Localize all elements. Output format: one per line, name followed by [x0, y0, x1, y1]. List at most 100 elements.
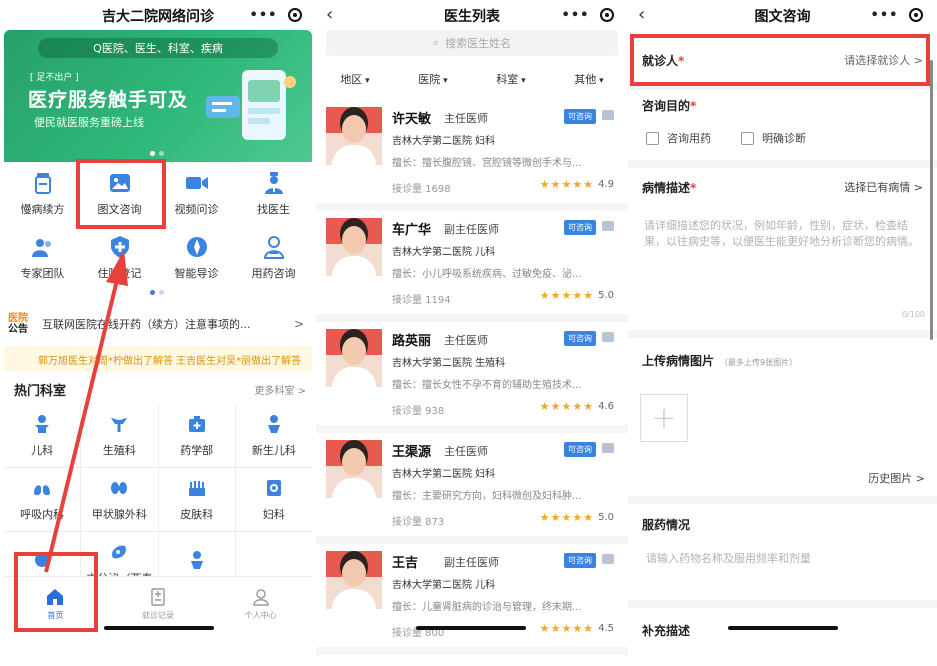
add-image-button[interactable]: + — [640, 394, 688, 442]
department-gynecology[interactable]: 妇科 — [235, 468, 312, 532]
more-departments-link[interactable]: 更多科室 > — [254, 382, 306, 397]
image-consult-icon — [602, 554, 614, 564]
history-images-link[interactable]: 历史图片 > — [868, 470, 925, 486]
department-dermatology[interactable]: 皮肤科 — [158, 468, 236, 532]
promo-banner[interactable]: Q医院、医生、科室、疾病 [ 足不出户 ] 医疗服务触手可及 便民就医服务重磅上… — [4, 30, 312, 162]
checkbox[interactable] — [741, 131, 754, 145]
service-expert-team[interactable]: 专家团队 — [4, 226, 81, 290]
doctor-skill: 擅长：儿童肾脏病的诊治与管理，终末期... — [392, 602, 582, 613]
department-reproductive[interactable]: 生殖科 — [81, 404, 159, 468]
service-medication-consult[interactable]: 用药咨询 — [235, 226, 312, 290]
medication-input[interactable]: 请输入药物名称及服用频率和剂量 — [646, 550, 811, 566]
filter-hospital[interactable]: 医院 — [418, 71, 447, 87]
tab-profile[interactable]: 个人中心 — [209, 577, 312, 632]
condition-field[interactable]: 病情描述* 选择已有病情 > — [628, 176, 937, 198]
doctor-search-input[interactable]: ⌕ 搜索医生姓名 — [326, 30, 618, 56]
doctor-rating: ★★★★★ 4.5 — [539, 622, 614, 635]
mini-program-capsule[interactable]: ••• — [244, 4, 308, 26]
home-indicator — [104, 626, 214, 630]
doctor-hospital: 吉林大学第二医院 儿科 — [392, 580, 496, 591]
mini-program-capsule[interactable]: ••• — [865, 4, 929, 26]
condition-textarea[interactable]: 请详细描述您的状况，例如年龄，性别，症状，检查结果，以往病史等，以便医生能更好地… — [644, 218, 921, 318]
service-hospital-register[interactable]: 住院登记 — [81, 226, 158, 290]
divider — [628, 160, 937, 168]
filter-other[interactable]: 其他 — [574, 71, 603, 87]
doctor-card[interactable]: 王渠源 主任医师 可咨询 吉林大学第二医院 妇科 擅长：主要研究方向，妇科微创及… — [316, 433, 628, 544]
tab-records[interactable]: 就诊记录 — [107, 577, 210, 632]
tab-home[interactable]: 首页 — [4, 577, 107, 632]
close-mini-program-icon[interactable] — [288, 8, 303, 22]
user-icon — [252, 589, 269, 606]
service-chronic-prescription[interactable]: 慢病续方 — [4, 162, 81, 226]
home-screen: 吉大二院网络问诊 ••• Q医院、医生、科室、疾病 [ 足不出户 ] 医疗服务触… — [0, 0, 316, 666]
department-icon — [35, 552, 50, 567]
chevron-right-icon[interactable]: > — [294, 317, 304, 331]
upload-label: 上传病情图片 （最多上传9张图片） — [642, 354, 798, 368]
image-consult-icon — [602, 221, 614, 231]
filter-department[interactable]: 科室 — [496, 71, 525, 87]
consult-badge: 可咨询 — [564, 331, 596, 346]
select-condition-link[interactable]: 选择已有病情 > — [844, 179, 923, 195]
medicine-box-icon — [188, 415, 205, 432]
close-mini-program-icon[interactable] — [600, 8, 615, 22]
filter-region[interactable]: 地区 — [340, 71, 369, 87]
doctor-hospital: 吉林大学第二医院 妇科 — [392, 469, 496, 480]
more-icon[interactable]: ••• — [250, 8, 278, 23]
more-icon[interactable]: ••• — [871, 8, 899, 23]
mini-program-capsule[interactable]: ••• — [556, 4, 620, 26]
purpose-option-medication[interactable]: 咨询用药 — [646, 130, 711, 146]
purpose-label: 咨询目的* — [642, 98, 697, 113]
team-icon — [31, 239, 51, 257]
consult-form-screen: ‹ 图文咨询 ••• 就诊人* 请选择就诊人 > 咨询目的* 咨询用药 明确诊断… — [628, 0, 937, 666]
video-icon — [185, 177, 208, 189]
service-label: 找医生 — [257, 203, 290, 216]
service-image-consult[interactable]: 图文咨询 — [81, 162, 158, 226]
checkbox[interactable] — [646, 131, 659, 145]
back-chevron-icon[interactable]: ‹ — [638, 4, 645, 25]
department-thyroid[interactable]: 甲状腺外科 — [81, 468, 159, 532]
department-neonatal[interactable]: 新生儿科 — [235, 404, 312, 468]
doctor-card[interactable]: 车广华 副主任医师 可咨询 吉林大学第二医院 儿科 擅长：小儿呼吸系统疾病、过敏… — [316, 211, 628, 322]
purpose-field: 咨询目的* — [628, 94, 937, 116]
doctor-rating: ★★★★★ 4.6 — [539, 400, 614, 413]
scrollbar[interactable] — [930, 60, 933, 340]
doctor-rating: ★★★★★ 5.0 — [539, 511, 614, 524]
department-pharmacy[interactable]: 药学部 — [158, 404, 236, 468]
patient-selector[interactable]: 就诊人* 请选择就诊人 > — [628, 44, 937, 76]
department-pediatrics[interactable]: 儿科 — [4, 404, 82, 468]
patient-value[interactable]: 请选择就诊人 > — [844, 52, 923, 68]
doctor-name: 车广华 — [392, 223, 432, 238]
doctor-name: 路英丽 — [392, 334, 432, 349]
doctor-name: 王渠源 — [392, 445, 432, 460]
purpose-option-diagnosis[interactable]: 明确诊断 — [741, 130, 806, 146]
purpose-options: 咨询用药 明确诊断 — [646, 130, 806, 146]
char-counter: 0/100 — [901, 310, 925, 319]
service-label: 慢病续方 — [20, 203, 65, 216]
doctor-name: 许天敏 — [392, 112, 432, 127]
doctor-title: 副主任医师 — [444, 556, 499, 569]
service-video-consult[interactable]: 视频问诊 — [158, 162, 235, 226]
doctor-card[interactable]: 王吉 副主任医师 可咨询 吉林大学第二医院 儿科 擅长：儿童肾脏病的诊治与管理，… — [316, 544, 628, 655]
home-search-input[interactable]: Q医院、医生、科室、疾病 — [38, 38, 278, 58]
image-consult-icon — [602, 443, 614, 453]
page-title: 图文咨询 — [754, 9, 811, 25]
medication-label: 服药情况 — [642, 518, 691, 532]
notice-text[interactable]: 互联网医院在线开药（续方）注意事项的... — [42, 316, 290, 332]
service-pager — [150, 290, 164, 295]
more-icon[interactable]: ••• — [562, 8, 590, 23]
service-find-doctor[interactable]: 找医生 — [235, 162, 312, 226]
prescription-icon — [34, 173, 51, 194]
doctor-card[interactable]: 路英丽 主任医师 可咨询 吉林大学第二医院 生殖科 擅长：擅长女性不孕不育的辅助… — [316, 322, 628, 433]
search-icon: ⌕ — [432, 36, 440, 49]
close-mini-program-icon[interactable] — [909, 8, 924, 22]
back-chevron-icon[interactable]: ‹ — [326, 4, 333, 25]
doctor-photo — [326, 218, 382, 276]
hospital-notice[interactable]: 医院 公告 互联网医院在线开药（续方）注意事项的... > — [8, 306, 308, 342]
doctor-photo — [326, 107, 382, 165]
star-icon: ★★★★★ — [539, 511, 595, 524]
service-smart-guide[interactable]: 智能导诊 — [158, 226, 235, 290]
department-respiratory[interactable]: 呼吸内科 — [4, 468, 82, 532]
star-icon: ★★★★★ — [539, 289, 595, 302]
filter-bar: 地区 医院 科室 其他 — [316, 64, 628, 94]
doctor-card[interactable]: 许天敏 主任医师 可咨询 吉林大学第二医院 妇科 擅长：擅长腹腔镜、宫腔镜等微创… — [316, 100, 628, 211]
